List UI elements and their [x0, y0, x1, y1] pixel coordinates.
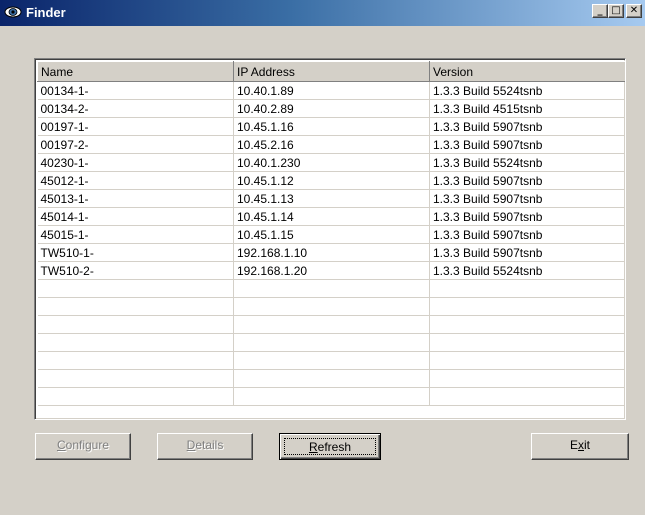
empty-row [37, 333, 625, 352]
table-header: Name IP Address Version [37, 61, 625, 82]
empty-cell [429, 297, 625, 316]
cell-version: 1.3.3 Build 5907tsnb [429, 135, 625, 154]
cell-ip-address: 192.168.1.20 [233, 261, 430, 280]
exit-button[interactable]: Exit [531, 433, 629, 460]
cell-name: 00134-1- [37, 81, 234, 100]
cell-version: 1.3.3 Build 5907tsnb [429, 243, 625, 262]
cell-ip-address: 10.40.1.230 [233, 153, 430, 172]
refresh-focus-rect: Refresh [284, 438, 376, 455]
cell-name: 00197-1- [37, 117, 234, 136]
cell-version: 1.3.3 Build 5907tsnb [429, 189, 625, 208]
cell-ip-address: 10.45.1.13 [233, 189, 430, 208]
cell-name: TW510-2- [37, 261, 234, 280]
cell-ip-address: 192.168.1.10 [233, 243, 430, 262]
empty-cell [233, 351, 430, 370]
cell-version: 1.3.3 Build 5524tsnb [429, 261, 625, 280]
cell-name: 45012-1- [37, 171, 234, 190]
cell-ip-address: 10.45.1.12 [233, 171, 430, 190]
cell-name: 45015-1- [37, 225, 234, 244]
empty-cell [429, 369, 625, 388]
empty-cell [37, 351, 234, 370]
close-button[interactable]: ✕ [626, 4, 642, 18]
details-button[interactable]: Details [157, 433, 253, 460]
device-table: Name IP Address Version 00134-1- 10.40.1.… [37, 61, 625, 406]
refresh-label-post: efresh [317, 440, 352, 454]
cell-version: 1.3.3 Build 5524tsnb [429, 153, 625, 172]
empty-cell [233, 315, 430, 334]
empty-cell [429, 387, 625, 406]
table-row[interactable]: TW510-2- 192.168.1.20 1.3.3 Build 5524tsnb [37, 261, 625, 280]
details-label-post: etails [195, 438, 224, 452]
empty-cell [37, 315, 234, 334]
configure-label-post: onfigure [65, 438, 110, 452]
finder-window: Finder _ □ ✕ Name IP Address Version 001… [0, 0, 645, 515]
exit-label-pre: E [569, 438, 578, 452]
cell-version: 1.3.3 Build 4515tsnb [429, 99, 625, 118]
table-row[interactable]: 40230-1- 10.40.1.230 1.3.3 Build 5524tsnb [37, 153, 625, 172]
table-row[interactable]: 00134-2- 10.40.2.89 1.3.3 Build 4515tsnb [37, 99, 625, 118]
empty-cell [233, 387, 430, 406]
cell-name: TW510-1- [37, 243, 234, 262]
table-row[interactable]: 00134-1- 10.40.1.89 1.3.3 Build 5524tsnb [37, 81, 625, 100]
cell-name: 45014-1- [37, 207, 234, 226]
empty-row [37, 279, 625, 298]
empty-cell [37, 279, 234, 298]
table-row[interactable]: 45014-1- 10.45.1.14 1.3.3 Build 5907tsnb [37, 207, 625, 226]
empty-row [37, 297, 625, 316]
cell-name: 00197-2- [37, 135, 234, 154]
refresh-button[interactable]: Refresh [279, 433, 381, 460]
cell-version: 1.3.3 Build 5524tsnb [429, 81, 625, 100]
column-header-name[interactable]: Name [37, 61, 234, 82]
window-title: Finder [26, 5, 66, 20]
cell-version: 1.3.3 Build 5907tsnb [429, 207, 625, 226]
exit-label-post: it [584, 438, 590, 452]
empty-cell [429, 279, 625, 298]
cell-ip-address: 10.45.2.16 [233, 135, 430, 154]
empty-cell [429, 351, 625, 370]
table-row[interactable]: 00197-2- 10.45.2.16 1.3.3 Build 5907tsnb [37, 135, 625, 154]
finder-eye-icon [4, 6, 22, 18]
empty-row [37, 387, 625, 406]
configure-button[interactable]: Configure [35, 433, 131, 460]
table-row[interactable]: TW510-1- 192.168.1.10 1.3.3 Build 5907tsnb [37, 243, 625, 262]
empty-row [37, 369, 625, 388]
empty-cell [429, 315, 625, 334]
cell-name: 45013-1- [37, 189, 234, 208]
empty-row [37, 315, 625, 334]
device-list[interactable]: Name IP Address Version 00134-1- 10.40.1.… [34, 58, 626, 420]
configure-label-key: C [56, 438, 66, 452]
empty-cell [37, 387, 234, 406]
cell-ip-address: 10.45.1.15 [233, 225, 430, 244]
cell-name: 00134-2- [37, 99, 234, 118]
empty-cell [233, 279, 430, 298]
cell-ip-address: 10.40.2.89 [233, 99, 430, 118]
cell-name: 40230-1- [37, 153, 234, 172]
cell-ip-address: 10.40.1.89 [233, 81, 430, 100]
cell-version: 1.3.3 Build 5907tsnb [429, 117, 625, 136]
table-row[interactable]: 45015-1- 10.45.1.15 1.3.3 Build 5907tsnb [37, 225, 625, 244]
column-header-ip-address[interactable]: IP Address [233, 61, 430, 82]
cell-version: 1.3.3 Build 5907tsnb [429, 171, 625, 190]
table-row[interactable]: 45012-1- 10.45.1.12 1.3.3 Build 5907tsnb [37, 171, 625, 190]
table-row[interactable]: 00197-1- 10.45.1.16 1.3.3 Build 5907tsnb [37, 117, 625, 136]
minimize-button[interactable]: _ [592, 4, 608, 18]
empty-cell [429, 333, 625, 352]
cell-version: 1.3.3 Build 5907tsnb [429, 225, 625, 244]
title-bar[interactable]: Finder _ □ ✕ [0, 0, 645, 26]
cell-ip-address: 10.45.1.16 [233, 117, 430, 136]
cell-ip-address: 10.45.1.14 [233, 207, 430, 226]
empty-cell [37, 333, 234, 352]
maximize-button[interactable]: □ [608, 4, 624, 18]
empty-row [37, 351, 625, 370]
table-row[interactable]: 45013-1- 10.45.1.13 1.3.3 Build 5907tsnb [37, 189, 625, 208]
empty-cell [37, 297, 234, 316]
empty-cell [233, 297, 430, 316]
refresh-label-key: R [308, 440, 318, 454]
empty-cell [233, 369, 430, 388]
empty-cell [37, 369, 234, 388]
column-header-version[interactable]: Version [429, 61, 625, 82]
empty-cell [233, 333, 430, 352]
